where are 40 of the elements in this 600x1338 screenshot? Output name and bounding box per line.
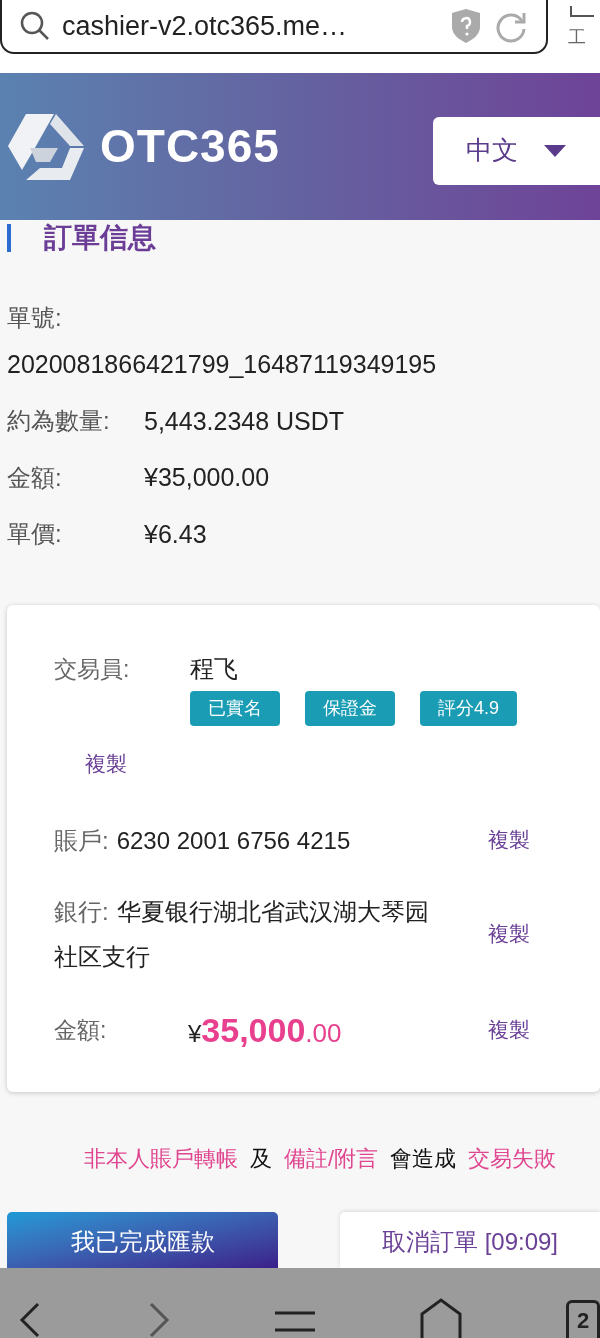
field-label: 金額: xyxy=(7,462,63,493)
field-value: ¥35,000.00 xyxy=(144,462,270,493)
field-label: 交易員: xyxy=(54,655,131,684)
copy-link[interactable]: 複製 xyxy=(85,748,127,780)
badge: 評分4.9 xyxy=(420,691,518,726)
badge: 已實名 xyxy=(190,691,280,726)
cancel-button[interactable]: 取消訂單 [09:09] xyxy=(340,1212,600,1268)
confirm-button[interactable]: 我已完成匯款 xyxy=(7,1212,278,1268)
warning-highlight: 備註/附言 xyxy=(283,1145,379,1173)
logo-text: OTC365 xyxy=(100,119,280,174)
copy-link[interactable]: 複製 xyxy=(488,917,530,950)
language-select[interactable]: 中文 xyxy=(433,116,600,185)
payment-detail: 銀行: 华夏银行湖北省武汉湖大琴园社区支行 xyxy=(54,896,430,972)
field-label: 約為數量: xyxy=(7,406,111,437)
payment-detail: 賬戶: 6230 2001 6756 4215 xyxy=(54,825,352,856)
url-text: cashier-v2.otc365.me… xyxy=(62,9,349,43)
copy-link[interactable]: 複製 xyxy=(488,1014,530,1046)
tools-label: 工 xyxy=(568,28,586,46)
warning-text: 及 xyxy=(249,1145,272,1173)
caret-icon xyxy=(544,144,566,157)
back-icon[interactable] xyxy=(18,1302,42,1338)
field-value: 5,443.2348 USDT xyxy=(144,405,345,437)
trader-name: 程飞 xyxy=(190,654,239,684)
copy-link[interactable]: 複製 xyxy=(488,824,530,856)
search-icon xyxy=(20,11,50,41)
heading-bar xyxy=(7,224,11,252)
field-value: ¥6.43 xyxy=(144,518,207,550)
amount-value: ¥35,000.00 xyxy=(188,1009,343,1051)
tabs-button[interactable]: 2 xyxy=(566,1300,600,1338)
warning-highlight: 交易失敗 xyxy=(468,1145,557,1173)
home-icon[interactable] xyxy=(419,1298,462,1338)
section-title: 訂單信息 xyxy=(44,221,156,255)
field-label: 單價: xyxy=(7,519,63,550)
logo-icon xyxy=(6,111,86,182)
field-value: 2020081866421799_16487119349195 xyxy=(7,349,438,380)
warning-highlight: 非本人賬戶轉帳 xyxy=(83,1145,238,1173)
badge: 保證金 xyxy=(305,691,395,726)
field-label: 單號: xyxy=(7,303,63,333)
warning-text: 會造成 xyxy=(390,1145,457,1173)
field-label: 金額: xyxy=(54,1015,108,1045)
